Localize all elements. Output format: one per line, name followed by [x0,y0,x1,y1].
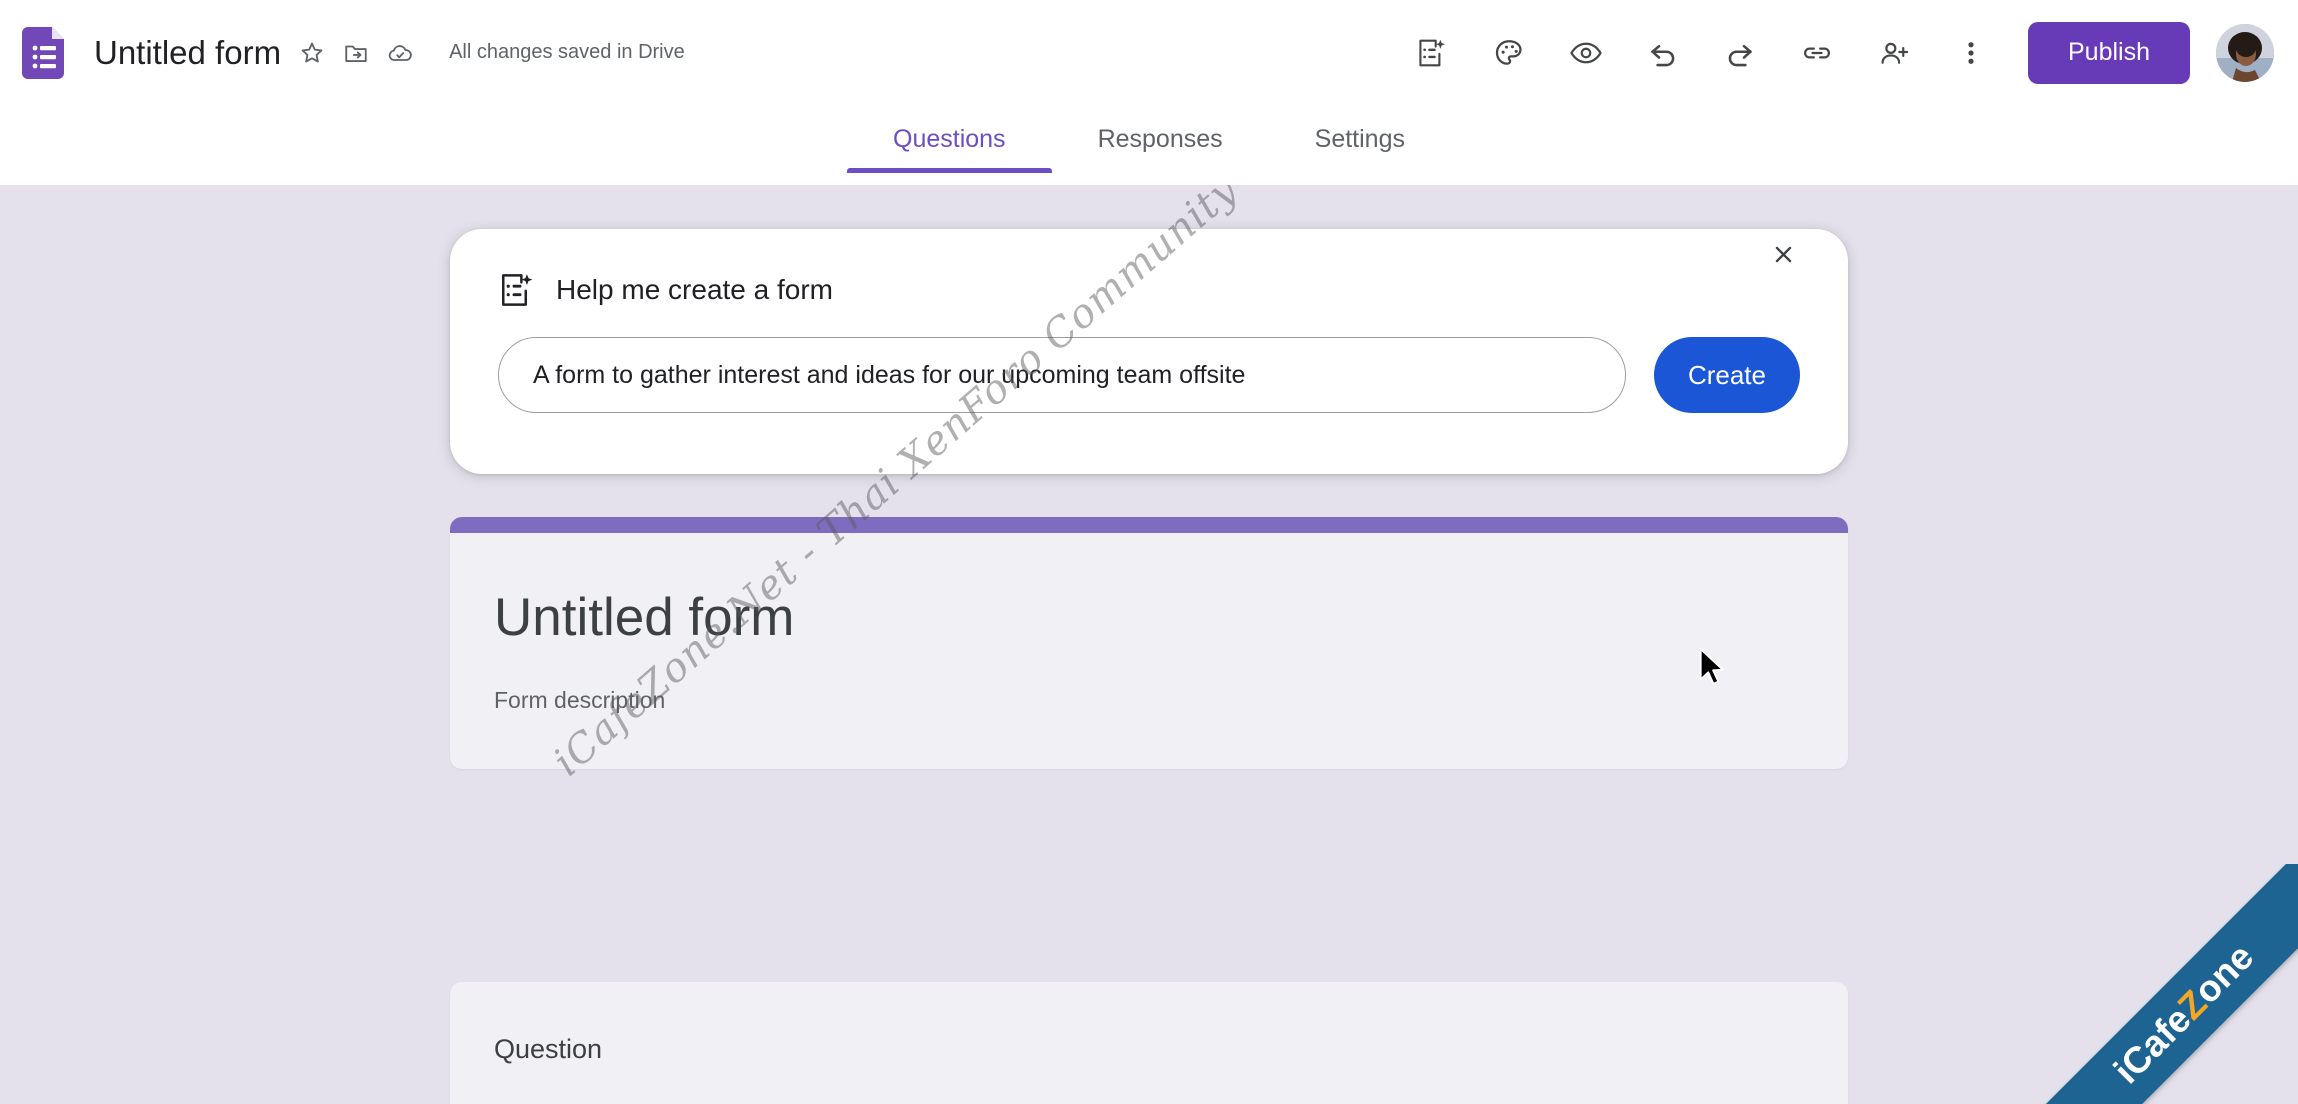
help-me-create-dialog: Help me create a form Create [450,229,1848,474]
google-forms-app: Untitled form All changes saved in Drive… [0,0,2298,1104]
publish-button[interactable]: Publish [2028,21,2190,84]
move-to-folder-icon[interactable] [339,36,373,70]
save-status-text: All changes saved in Drive [449,41,685,63]
eye-preview-icon[interactable] [1557,24,1615,82]
question-card[interactable]: Question Option 1 [450,982,1848,1104]
link-icon[interactable] [1788,24,1846,82]
form-title[interactable]: Untitled form [494,588,1804,647]
prompt-input[interactable] [498,337,1626,413]
add-collaborator-icon[interactable] [1865,24,1923,82]
dialog-header: Help me create a form [450,229,1848,309]
avatar[interactable] [2216,23,2274,82]
form-canvas: Help me create a form Create Untitled fo… [0,185,2298,1104]
close-icon[interactable] [1758,229,1808,279]
tab-settings[interactable]: Settings [1269,105,1451,173]
star-icon[interactable] [295,36,329,70]
more-options-icon[interactable] [1942,24,2000,82]
google-forms-logo-icon[interactable] [22,26,68,79]
document-title-group: Untitled form All changes saved in Drive [94,34,685,72]
palette-icon[interactable] [1480,24,1538,82]
form-accent-bar [450,517,1848,533]
toolbar-icons [1403,24,2000,82]
top-app-bar: Untitled form All changes saved in Drive… [0,0,2298,105]
document-title[interactable]: Untitled form [94,34,295,72]
tab-questions[interactable]: Questions [847,105,1052,173]
create-button[interactable]: Create [1653,337,1800,413]
tab-responses[interactable]: Responses [1052,105,1269,173]
undo-icon[interactable] [1634,24,1692,82]
form-description[interactable]: Form description [494,687,1804,714]
redo-icon[interactable] [1711,24,1769,82]
question-title[interactable]: Question [494,1034,1804,1065]
help-me-create-icon [498,271,536,309]
view-tabs: Questions Responses Settings [0,105,2298,185]
form-header-body: Untitled form Form description [450,533,1848,769]
dialog-title: Help me create a form [556,274,833,305]
help-me-create-icon[interactable] [1403,24,1461,82]
dialog-prompt-row: Create [450,309,1848,413]
form-header-card: Untitled form Form description [450,517,1848,769]
cloud-saved-icon [383,36,417,70]
